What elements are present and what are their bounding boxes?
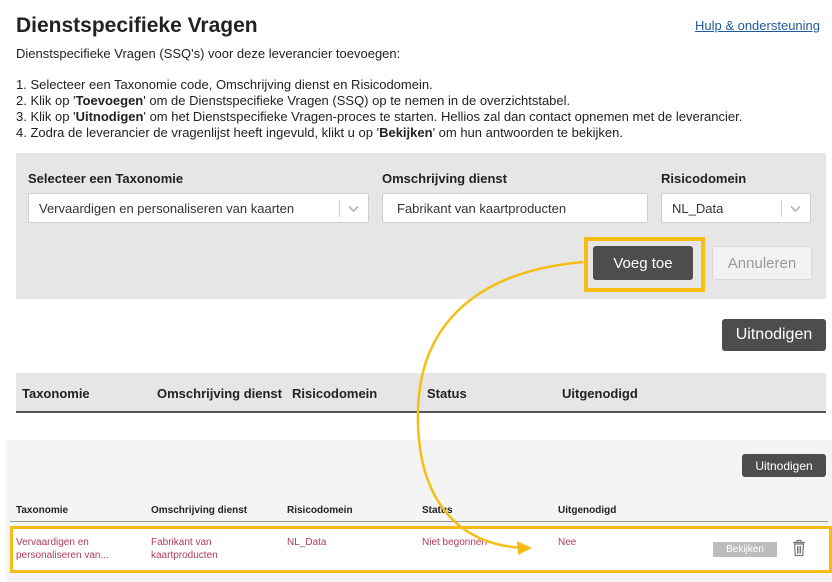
invite-button[interactable]: Uitnodigen — [722, 319, 826, 351]
trash-icon[interactable] — [792, 539, 806, 557]
column-status: Status — [427, 386, 467, 401]
step-3: 3. Klik op 'Uitnodigen' om het Dienstspe… — [16, 109, 743, 124]
risk-select[interactable]: NL_Data — [661, 193, 811, 223]
select-separator — [339, 200, 340, 217]
cell-invited: Nee — [558, 537, 577, 548]
column-invited: Uitgenodigd — [558, 505, 617, 516]
taxonomy-select[interactable]: Vervaardigen en personaliseren van kaart… — [28, 193, 369, 223]
risk-select-value: NL_Data — [672, 200, 724, 216]
step-4: 4. Zodra de leverancier de vragenlijst h… — [16, 125, 623, 140]
column-status: Status — [422, 505, 453, 516]
taxonomy-label: Selecteer een Taxonomie — [28, 171, 184, 186]
taxonomy-select-value: Vervaardigen en personaliseren van kaart… — [39, 200, 295, 216]
bottom-panel: Uitnodigen Taxonomie Omschrijving dienst… — [6, 440, 832, 582]
header-divider — [10, 521, 828, 522]
chevron-down-icon[interactable] — [790, 203, 801, 214]
column-taxonomy: Taxonomie — [16, 505, 69, 516]
cell-risk: NL_Data — [287, 537, 327, 548]
step-1: 1. Selecteer een Taxonomie code, Omschri… — [16, 77, 433, 92]
description-input[interactable]: Fabrikant van kaartproducten — [382, 193, 648, 223]
cancel-button[interactable]: Annuleren — [712, 246, 812, 280]
risk-label: Risicodomein — [661, 171, 747, 186]
instruction-steps: 1. Selecteer een Taxonomie code, Omschri… — [16, 77, 742, 141]
view-button[interactable]: Bekijken — [713, 542, 777, 557]
table-row: Vervaardigen en personaliseren van... Fa… — [10, 526, 832, 573]
top-panel: Dienstspecifieke Vragen Hulp & ondersteu… — [6, 6, 832, 420]
page-title: Dienstspecifieke Vragen — [16, 14, 258, 37]
description-label: Omschrijving dienst — [382, 171, 507, 186]
ssq-table-header: Taxonomie Omschrijving dienst Risicodome… — [16, 373, 826, 413]
cell-description: Fabrikant van kaartproducten — [151, 537, 218, 561]
column-risk: Risicodomein — [287, 505, 353, 516]
cell-status: Niet begonnen — [422, 537, 488, 548]
select-separator — [781, 200, 782, 217]
invite-button-small[interactable]: Uitnodigen — [742, 454, 826, 477]
intro-text: Dienstspecifieke Vragen (SSQ's) voor dez… — [16, 46, 401, 61]
ssq-form: Selecteer een Taxonomie Vervaardigen en … — [16, 153, 826, 299]
column-taxonomy: Taxonomie — [22, 386, 90, 401]
column-invited: Uitgenodigd — [562, 386, 638, 401]
cell-taxonomy: Vervaardigen en personaliseren van... — [16, 537, 109, 561]
add-button[interactable]: Voeg toe — [593, 246, 693, 280]
description-input-value: Fabrikant van kaartproducten — [397, 200, 567, 216]
step-2: 2. Klik op 'Toevoegen' om de Dienstspeci… — [16, 93, 571, 108]
column-risk: Risicodomein — [292, 386, 378, 401]
chevron-down-icon[interactable] — [348, 203, 359, 214]
help-link[interactable]: Hulp & ondersteuning — [695, 18, 820, 33]
column-description: Omschrijving dienst — [151, 505, 248, 516]
column-description: Omschrijving dienst — [157, 386, 282, 401]
